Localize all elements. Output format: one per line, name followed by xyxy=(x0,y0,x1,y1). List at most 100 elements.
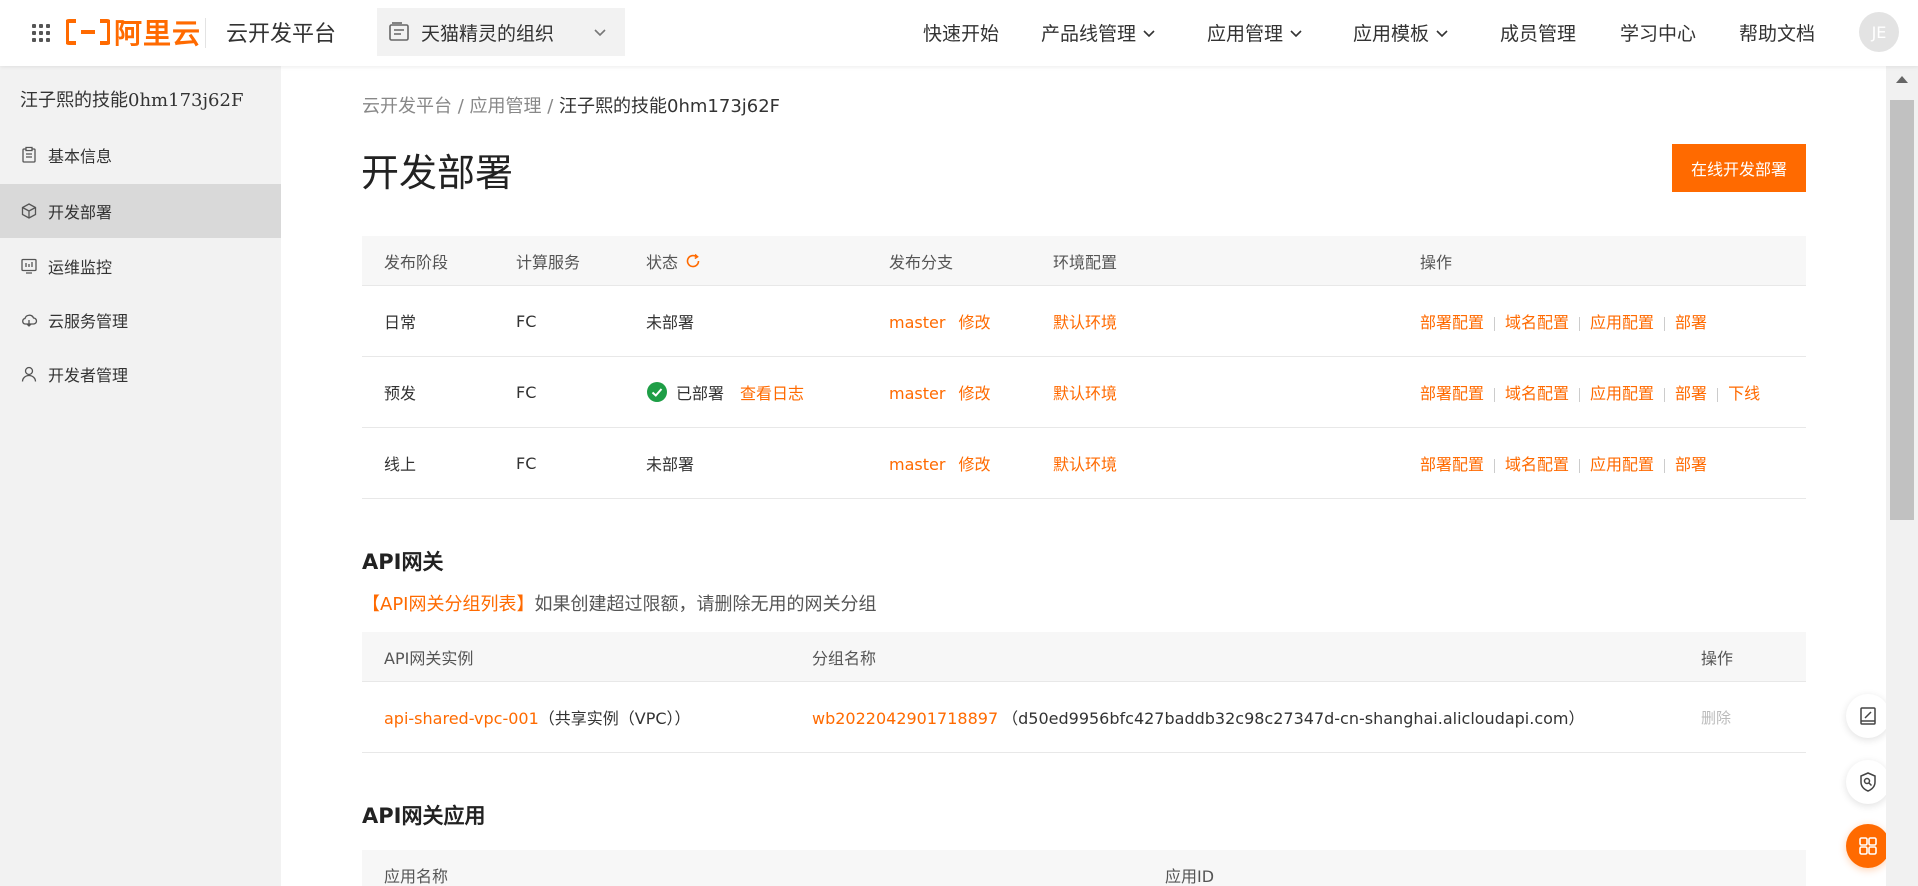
stage-cell: 日常 xyxy=(384,313,417,332)
nav-help-docs[interactable]: 帮助文档 xyxy=(1739,19,1815,46)
sidebar: 汪子熙的技能0hm173j62F 基本信息 开发部署 运维监控 云服务管理 开发… xyxy=(0,66,281,886)
deploy-link[interactable]: 部署 xyxy=(1675,313,1707,332)
nav-quick-start[interactable]: 快速开始 xyxy=(923,19,999,46)
deploy-link[interactable]: 部署 xyxy=(1675,455,1707,474)
sidebar-item-dev-deploy[interactable]: 开发部署 xyxy=(0,184,281,238)
nav-app-templates[interactable]: 应用模板 xyxy=(1353,19,1449,46)
column-header-group-name: 分组名称 xyxy=(812,648,877,668)
deploy-config-link[interactable]: 部署配置 xyxy=(1420,384,1484,403)
group-cell: wb2022042901718897 （d50ed9956bfc427baddb3… xyxy=(812,705,1585,729)
refresh-icon[interactable] xyxy=(684,252,702,270)
column-header-status: 状态 xyxy=(646,249,702,273)
branch-cell: master 修改 xyxy=(889,309,991,333)
online-dev-deploy-button[interactable]: 在线开发部署 xyxy=(1672,144,1806,192)
apps-grid-icon[interactable] xyxy=(30,22,52,44)
env-config-link[interactable]: 默认环境 xyxy=(1053,380,1117,404)
app-config-link[interactable]: 应用配置 xyxy=(1590,455,1654,474)
sidebar-item-ops-monitoring[interactable]: 运维监控 xyxy=(0,239,281,293)
top-navigation-bar: 阿里云 云开发平台 天猫精灵的组织 快速开始 产品线管理 应用管理 应用模板 成… xyxy=(0,0,1918,66)
sidebar-item-label: 开发部署 xyxy=(48,203,113,222)
security-float-button[interactable] xyxy=(1846,760,1886,804)
nav-learning-center[interactable]: 学习中心 xyxy=(1620,19,1696,46)
sidebar-item-basic-info[interactable]: 基本信息 xyxy=(0,128,281,182)
vertical-scrollbar[interactable] xyxy=(1886,66,1918,886)
divider xyxy=(1494,387,1496,402)
table-header: 发布阶段 计算服务 状态 发布分支 环境配置 操作 xyxy=(362,236,1806,286)
sidebar-item-developer-management[interactable]: 开发者管理 xyxy=(0,347,281,401)
breadcrumb-separator: / xyxy=(452,96,470,117)
edit-branch-link[interactable]: 修改 xyxy=(959,455,991,474)
app-config-link[interactable]: 应用配置 xyxy=(1590,313,1654,332)
nav-label: 应用管理 xyxy=(1207,23,1284,45)
deploy-link[interactable]: 部署 xyxy=(1675,384,1707,403)
api-gateway-table: API网关实例 分组名称 操作 api-shared-vpc-001（共享实例（… xyxy=(362,632,1806,753)
deploy-config-link[interactable]: 部署配置 xyxy=(1420,455,1484,474)
user-icon xyxy=(21,366,37,382)
compute-cell: FC xyxy=(516,382,537,402)
view-log-link[interactable]: 查看日志 xyxy=(740,380,804,404)
status-cell: 未部署 xyxy=(646,455,695,474)
column-header-app-name: 应用名称 xyxy=(384,866,449,886)
instance-link[interactable]: api-shared-vpc-001 xyxy=(384,709,539,728)
delete-button[interactable]: 删除 xyxy=(1701,707,1731,728)
divider xyxy=(1494,458,1496,473)
divider xyxy=(1494,316,1496,331)
aliyun-logo[interactable]: 阿里云 xyxy=(66,14,201,50)
sidebar-item-label: 开发者管理 xyxy=(48,366,129,385)
branch-link[interactable]: master xyxy=(889,384,945,403)
nav-product-line[interactable]: 产品线管理 xyxy=(1041,19,1156,46)
env-config-link[interactable]: 默认环境 xyxy=(1053,309,1117,333)
cube-icon xyxy=(21,203,37,219)
user-avatar[interactable]: JE xyxy=(1859,12,1899,52)
api-gateway-title: API网关 xyxy=(362,550,444,574)
branch-cell: master 修改 xyxy=(889,451,991,475)
api-gateway-apps-title: API网关应用 xyxy=(362,804,486,828)
status-cell: 未部署 xyxy=(646,313,695,332)
monitor-icon xyxy=(21,258,37,274)
chevron-down-icon xyxy=(1290,29,1302,37)
feedback-float-button[interactable] xyxy=(1846,694,1886,738)
nav-label: 成员管理 xyxy=(1500,23,1577,45)
app-config-link[interactable]: 应用配置 xyxy=(1590,384,1654,403)
scroll-up-arrow-icon[interactable] xyxy=(1896,76,1908,83)
nav-label: 学习中心 xyxy=(1620,23,1697,45)
aliyun-logo-mark-icon xyxy=(66,19,110,45)
take-offline-link[interactable]: 下线 xyxy=(1728,384,1760,403)
breadcrumb-app-management[interactable]: 应用管理 xyxy=(470,96,542,117)
domain-config-link[interactable]: 域名配置 xyxy=(1505,313,1569,332)
nav-app-management[interactable]: 应用管理 xyxy=(1207,19,1303,46)
compute-cell: FC xyxy=(516,311,537,331)
sidebar-item-cloud-services[interactable]: 云服务管理 xyxy=(0,293,281,347)
edit-branch-link[interactable]: 修改 xyxy=(959,313,991,332)
brand-text: 阿里云 xyxy=(114,17,202,50)
table-row: api-shared-vpc-001（共享实例（VPC）） wb20220429… xyxy=(362,682,1806,753)
column-header-compute: 计算服务 xyxy=(516,252,581,272)
branch-link[interactable]: master xyxy=(889,313,945,332)
group-link[interactable]: wb2022042901718897 xyxy=(812,709,998,728)
organization-name: 天猫精灵的组织 xyxy=(421,22,555,45)
actions-cell: 部署配置 域名配置 应用配置 部署 xyxy=(1420,309,1707,333)
column-header-stage: 发布阶段 xyxy=(384,252,449,272)
deploy-config-link[interactable]: 部署配置 xyxy=(1420,313,1484,332)
actions-cell: 部署配置 域名配置 应用配置 部署 下线 xyxy=(1420,380,1760,404)
nav-label: 应用模板 xyxy=(1353,23,1430,45)
divider xyxy=(1717,387,1719,402)
organization-select[interactable]: 天猫精灵的组织 xyxy=(377,8,625,56)
scroll-thumb[interactable] xyxy=(1890,100,1914,520)
env-config-link[interactable]: 默认环境 xyxy=(1053,451,1117,475)
header-divider xyxy=(205,18,206,48)
apps-float-button[interactable] xyxy=(1846,824,1886,868)
app-title: 云开发平台 xyxy=(226,22,337,47)
nav-members[interactable]: 成员管理 xyxy=(1500,19,1576,46)
api-gateway-group-list-link[interactable]: 【API网关分组列表】 xyxy=(362,594,534,615)
domain-config-link[interactable]: 域名配置 xyxy=(1505,384,1569,403)
divider xyxy=(1664,387,1666,402)
compute-cell: FC xyxy=(516,453,537,473)
branch-link[interactable]: master xyxy=(889,455,945,474)
domain-config-link[interactable]: 域名配置 xyxy=(1505,455,1569,474)
breadcrumb-cloud-dev-platform[interactable]: 云开发平台 xyxy=(362,96,452,117)
divider xyxy=(1579,316,1581,331)
instance-note: （共享实例（VPC）） xyxy=(538,709,691,728)
edit-branch-link[interactable]: 修改 xyxy=(959,384,991,403)
table-row: 线上 FC 未部署 master 修改 默认环境 部署配置 域名配置 应用配置 部署 xyxy=(362,428,1806,499)
